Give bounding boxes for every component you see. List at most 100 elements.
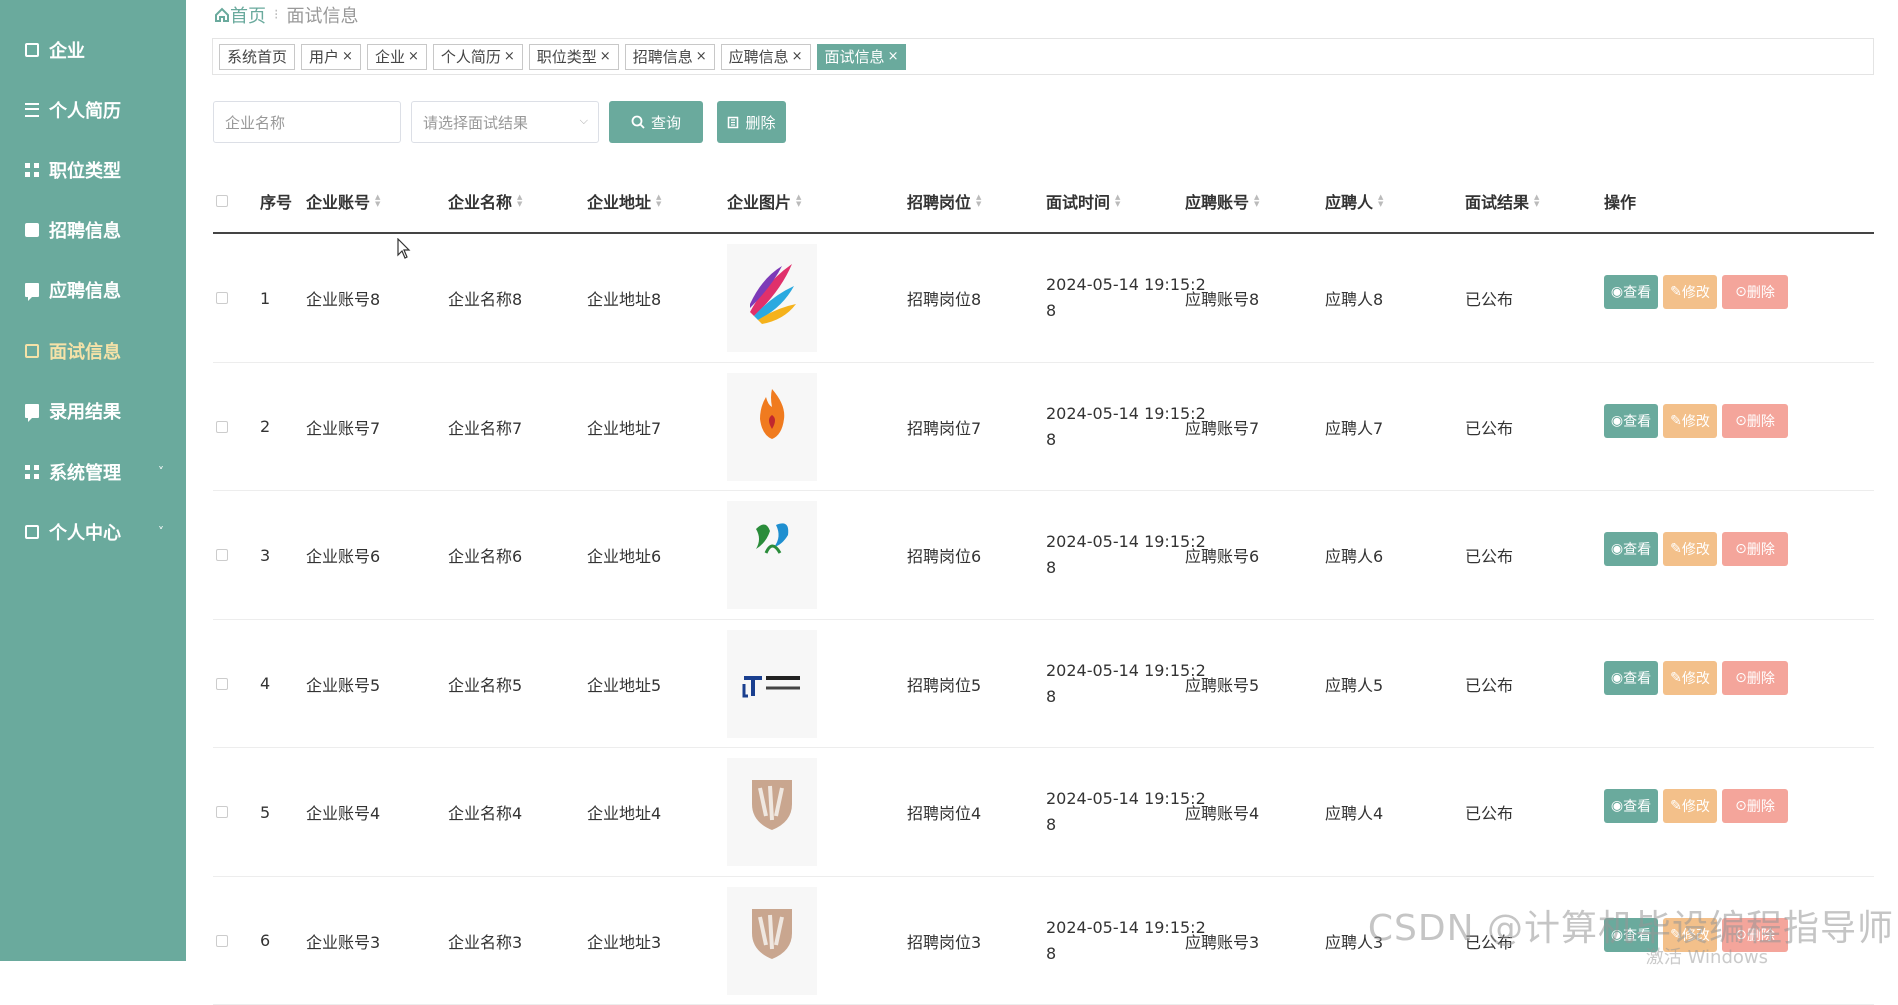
header-name[interactable]: 企业名称▲▼ (448, 189, 522, 213)
batch-delete-button[interactable]: 删除 (717, 101, 786, 143)
row-index: 3 (260, 491, 270, 619)
company-address: 企业地址8 (587, 234, 661, 362)
row-checkbox[interactable] (216, 877, 228, 1005)
sort-icon[interactable]: ▲▼ (375, 194, 380, 208)
sidebar-item-7[interactable]: 系统管理˅ (0, 442, 186, 502)
close-icon[interactable]: × (696, 49, 707, 64)
select-all-checkbox[interactable] (216, 195, 228, 207)
sort-icon[interactable]: ▲▼ (796, 194, 801, 208)
row-checkbox[interactable] (216, 620, 228, 748)
interview-result-select[interactable]: 请选择面试结果 ⌵ (411, 101, 599, 143)
row-checkbox[interactable] (216, 491, 228, 619)
tab-7[interactable]: 面试信息× (817, 44, 907, 70)
delete-button[interactable]: ⊙删除 (1722, 404, 1788, 438)
view-label: 查看 (1623, 539, 1651, 559)
edit-button[interactable]: ✎修改 (1663, 404, 1717, 438)
checkbox-box (216, 421, 228, 433)
view-label: 查看 (1623, 282, 1651, 302)
view-button[interactable]: ◉查看 (1604, 275, 1658, 309)
edit-button[interactable]: ✎修改 (1663, 789, 1717, 823)
close-icon[interactable]: × (888, 49, 899, 64)
row-index: 4 (260, 620, 270, 748)
eye-icon: ◉ (1611, 413, 1623, 429)
sort-icon[interactable]: ▲▼ (656, 194, 661, 208)
leaf-logo (736, 509, 808, 601)
view-button[interactable]: ◉查看 (1604, 789, 1658, 823)
sort-icon[interactable]: ▲▼ (517, 194, 522, 208)
delete-button[interactable]: ⊙删除 (1722, 532, 1788, 566)
company-account: 企业账号3 (306, 877, 380, 1005)
delete-button[interactable]: ⊙删除 (1722, 275, 1788, 309)
tab-2[interactable]: 企业× (367, 44, 427, 70)
tab-label: 用户 (309, 46, 339, 67)
sidebar-item-4[interactable]: 应聘信息 (0, 260, 186, 320)
header-address[interactable]: 企业地址▲▼ (587, 189, 661, 213)
edit-icon: ✎ (1670, 798, 1682, 814)
sort-icon[interactable]: ▲▼ (1115, 194, 1120, 208)
edit-button[interactable]: ✎修改 (1663, 532, 1717, 566)
job-position: 招聘岗位3 (907, 877, 981, 1005)
row-checkbox[interactable] (216, 234, 228, 362)
view-button[interactable]: ◉查看 (1604, 532, 1658, 566)
list-icon (25, 103, 39, 117)
header-applicant-label: 应聘人 (1325, 189, 1373, 213)
view-button[interactable]: ◉查看 (1604, 404, 1658, 438)
sort-icon[interactable]: ▲▼ (1254, 194, 1259, 208)
header-position-label: 招聘岗位 (907, 189, 971, 213)
close-icon[interactable]: × (504, 49, 515, 64)
sidebar-item-0[interactable]: 企业 (0, 20, 186, 80)
company-name-input[interactable]: 企业名称 (213, 101, 401, 143)
row-index: 2 (260, 363, 270, 491)
header-position[interactable]: 招聘岗位 ▲▼ (907, 189, 981, 213)
header-result[interactable]: 面试结果▲▼ (1465, 189, 1539, 213)
view-button[interactable]: ◉查看 (1604, 661, 1658, 695)
tab-0[interactable]: 系统首页 (219, 44, 295, 70)
close-icon[interactable]: × (792, 49, 803, 64)
sidebar-item-6[interactable]: 录用结果 (0, 381, 186, 441)
header-time[interactable]: 面试时间▲▼ (1046, 189, 1120, 213)
header-applicant[interactable]: 应聘人 ▲▼ (1325, 189, 1383, 213)
profile-icon (25, 525, 39, 539)
tab-3[interactable]: 个人简历× (433, 44, 523, 70)
search-bar: 企业名称 请选择面试结果 ⌵ 查询 删除 (213, 101, 786, 143)
row-checkbox[interactable] (216, 748, 228, 876)
checkbox-box (216, 292, 228, 304)
table-row: 2企业账号7企业名称7企业地址7招聘岗位7应聘账号7应聘人7已公布2024-05… (213, 363, 1874, 492)
delete-icon: ⊙ (1735, 284, 1747, 300)
sidebar-item-1[interactable]: 个人简历 (0, 80, 186, 140)
company-name: 企业名称4 (448, 748, 522, 876)
close-icon[interactable]: × (408, 49, 419, 64)
query-button[interactable]: 查询 (609, 101, 703, 143)
company-address: 企业地址3 (587, 877, 661, 1005)
sidebar-item-3[interactable]: 招聘信息 (0, 200, 186, 260)
sort-icon[interactable]: ▲▼ (1378, 194, 1383, 208)
tab-label: 个人简历 (441, 46, 501, 67)
header-account[interactable]: 企业账号 ▲▼ (306, 189, 380, 213)
delete-label: 删除 (1747, 411, 1775, 431)
sidebar-item-8[interactable]: 个人中心˅ (0, 502, 186, 562)
search-icon (631, 115, 645, 129)
edit-button[interactable]: ✎修改 (1663, 661, 1717, 695)
table-row: 1企业账号8企业名称8企业地址8招聘岗位8应聘账号8应聘人8已公布2024-05… (213, 234, 1874, 363)
breadcrumb-home[interactable]: 首页 (214, 2, 266, 28)
tab-6[interactable]: 应聘信息× (721, 44, 811, 70)
close-icon[interactable]: × (342, 49, 353, 64)
tab-4[interactable]: 职位类型× (529, 44, 619, 70)
header-image[interactable]: 企业图片▲▼ (727, 189, 801, 213)
sort-icon[interactable]: ▲▼ (1534, 194, 1539, 208)
edit-label: 修改 (1682, 411, 1710, 431)
row-checkbox[interactable] (216, 363, 228, 491)
sidebar-item-5[interactable]: 面试信息 (0, 321, 186, 381)
company-logo (727, 373, 817, 481)
header-applicant-account[interactable]: 应聘账号▲▼ (1185, 189, 1259, 213)
delete-button[interactable]: ⊙删除 (1722, 661, 1788, 695)
tab-1[interactable]: 用户× (301, 44, 361, 70)
tab-5[interactable]: 招聘信息× (625, 44, 715, 70)
sort-icon[interactable]: ▲▼ (976, 194, 981, 208)
header-account-label: 企业账号 (306, 189, 370, 213)
sidebar-item-2[interactable]: 职位类型 (0, 140, 186, 200)
edit-button[interactable]: ✎修改 (1663, 275, 1717, 309)
delete-button[interactable]: ⊙删除 (1722, 789, 1788, 823)
chevron-down-icon: ⌵ (580, 114, 588, 128)
close-icon[interactable]: × (600, 49, 611, 64)
